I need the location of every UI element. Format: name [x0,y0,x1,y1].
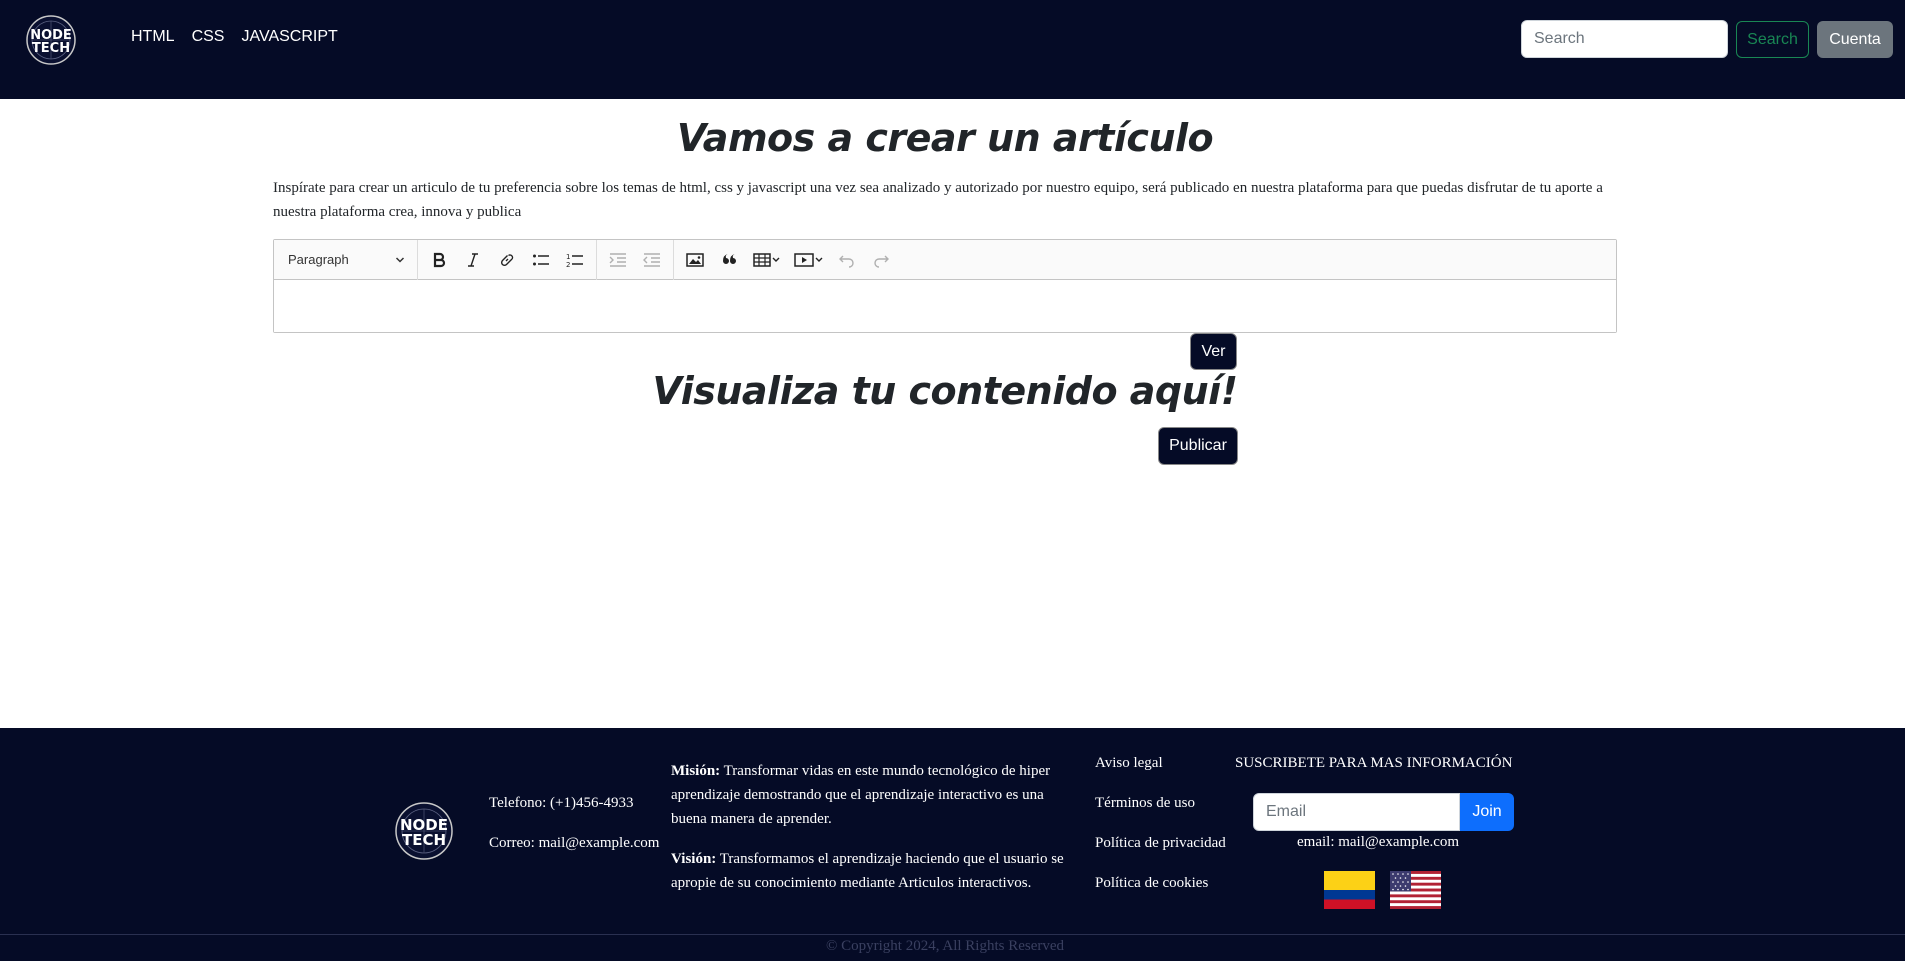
node-tech-logo[interactable]: NODE TECH [25,14,77,66]
footer-link-terminos[interactable]: Términos de uso [1095,792,1226,814]
indent-button[interactable] [601,245,635,275]
outdent-icon [643,252,660,267]
account-button[interactable]: Cuenta [1817,21,1893,58]
svg-text:TECH: TECH [32,41,70,56]
undo-button[interactable] [830,245,864,275]
navbar: NODE TECH HTML CSS JAVASCRIPT Search Cue… [0,0,1905,99]
italic-button[interactable] [456,245,490,275]
usa-flag-icon[interactable] [1390,871,1441,909]
chevron-down-icon [395,256,405,263]
undo-icon [839,255,854,268]
nav-link-javascript[interactable]: JAVASCRIPT [241,28,337,46]
subscribe-title: SUSCRIBETE PARA MAS INFORMACIÓN [1235,755,1513,771]
nav-link-css[interactable]: CSS [192,28,225,46]
toolbar-group-insert [674,240,902,280]
footer-links: Aviso legal Términos de uso Política de … [1095,752,1226,912]
bold-button[interactable] [422,245,456,275]
bulleted-list-button[interactable] [524,245,558,275]
table-button[interactable] [746,245,788,275]
intro-text: Inspírate para crear un articulo de tu p… [273,180,1603,220]
editor-content-area[interactable] [274,280,1616,332]
table-icon [753,252,780,267]
indent-icon [609,252,626,267]
blockquote-button[interactable] [712,245,746,275]
media-icon [794,252,823,267]
svg-text:2: 2 [566,261,570,268]
footer-contact: Telefono: (+1)456-4933 Correo: mail@exam… [489,792,659,872]
footer-mission-vision: Misión: Transformar vidas en este mundo … [671,759,1071,911]
rich-text-editor: Paragraph 12 [273,239,1617,333]
colombia-flag-icon[interactable] [1324,871,1375,909]
svg-text:1: 1 [566,253,570,261]
svg-text:TECH: TECH [402,831,446,849]
redo-button[interactable] [864,245,898,275]
outdent-button[interactable] [635,245,669,275]
image-button[interactable] [678,245,712,275]
mission-label: Misión: [671,763,721,779]
subscribe-email-input[interactable] [1253,793,1460,831]
copyright-text: © Copyright 2024, All Rights Reserved [825,938,1065,954]
footer-logo: NODE TECH [395,802,453,860]
vision-text: Transformamos el aprendizaje haciendo qu… [671,851,1064,891]
bold-icon [433,252,446,267]
media-button[interactable] [788,245,830,275]
page-title: Vamos a crear un artículo [676,116,1214,160]
image-icon [686,252,704,267]
blockquote-icon [723,253,736,264]
footer-link-privacidad[interactable]: Política de privacidad [1095,832,1226,854]
join-button[interactable]: Join [1460,793,1514,831]
footer-email-contact: Correo: mail@example.com [489,835,660,851]
heading-dropdown-label: Paragraph [288,252,349,267]
bulleted-list-icon [533,254,549,265]
heading-dropdown[interactable]: Paragraph [274,239,418,280]
link-icon [500,253,514,266]
vision-paragraph: Visión: Transformamos el aprendizaje hac… [671,847,1071,895]
footer: NODE TECH Telefono: (+1)456-4933 Correo:… [0,728,1905,961]
link-button[interactable] [490,245,524,275]
toolbar-group-format: 12 [418,239,597,280]
vision-label: Visión: [671,851,717,867]
footer-phone: Telefono: (+1)456-4933 [489,795,634,811]
footer-link-aviso-legal[interactable]: Aviso legal [1095,752,1226,774]
footer-divider [0,934,1905,935]
italic-icon [468,252,478,267]
publish-button[interactable]: Publicar [1158,427,1238,465]
editor-toolbar: Paragraph 12 [274,239,1616,280]
nav-link-html[interactable]: HTML [131,28,175,46]
search-button[interactable]: Search [1736,21,1809,58]
main-nav: HTML CSS JAVASCRIPT [131,28,338,46]
footer-link-cookies[interactable]: Política de cookies [1095,872,1226,894]
search-input[interactable] [1521,20,1728,58]
preview-title: Visualiza tu contenido aquí! [652,369,1238,413]
footer-email: email: mail@example.com [1297,834,1460,850]
mission-text: Transformar vidas en este mundo tecnológ… [671,763,1051,827]
numbered-list-button[interactable]: 12 [558,245,592,275]
mission-paragraph: Misión: Transformar vidas en este mundo … [671,759,1071,831]
numbered-list-icon: 12 [566,253,583,268]
redo-icon [874,255,889,268]
toolbar-group-indent [597,239,674,280]
ver-button[interactable]: Ver [1190,333,1237,370]
